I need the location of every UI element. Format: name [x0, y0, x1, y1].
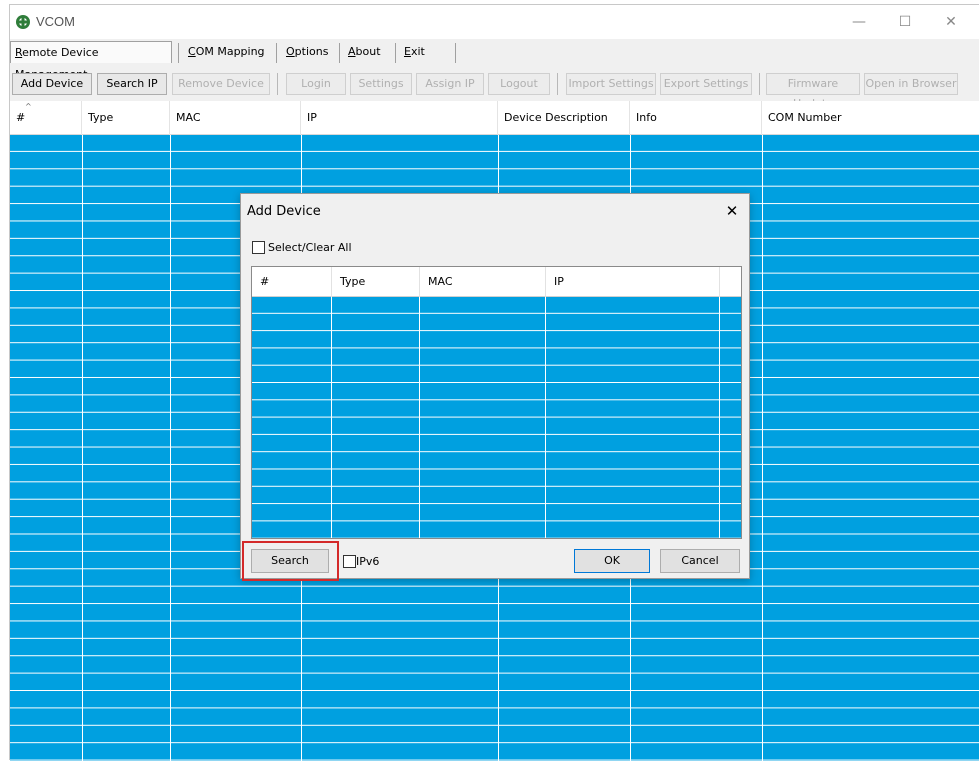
dialog-close-button[interactable]: ✕ — [721, 200, 743, 222]
close-icon: ✕ — [725, 202, 739, 220]
dialog-column-header-mac[interactable]: MAC — [420, 267, 546, 297]
import-settings-button[interactable]: Import Settings — [566, 73, 656, 95]
column-header-ip[interactable]: IP — [301, 101, 498, 135]
menu-accelerator: O — [286, 45, 295, 58]
minimize-icon: — — [852, 14, 866, 30]
menu-label: OM Mapping — [195, 45, 265, 58]
assign-ip-button[interactable]: Assign IP — [416, 73, 484, 95]
export-settings-button[interactable]: Export Settings — [660, 73, 752, 95]
dialog-column-header-ip[interactable]: IP — [546, 267, 720, 297]
grid-header: ^ # Type MAC IP Device Description Info … — [10, 101, 979, 135]
ipv6-label: IPv6 — [356, 555, 380, 568]
logout-button[interactable]: Logout — [488, 73, 550, 95]
dialog-grid-header: # Type MAC IP — [252, 267, 741, 297]
menu-accelerator: E — [404, 45, 411, 58]
toolbar: Add Device Search IP Remove Device Login… — [10, 69, 979, 110]
search-button-highlight — [242, 541, 339, 581]
column-header-com-number[interactable]: COM Number — [762, 101, 979, 135]
close-icon: ✕ — [945, 14, 957, 30]
open-in-browser-button[interactable]: Open in Browser — [864, 73, 958, 95]
settings-button[interactable]: Settings — [350, 73, 412, 95]
menu-label: bout — [355, 45, 381, 58]
remove-device-button[interactable]: Remove Device — [172, 73, 270, 95]
select-clear-all-label: Select/Clear All — [268, 241, 352, 254]
menu-accelerator: A — [348, 45, 356, 58]
dialog-column-header-type[interactable]: Type — [332, 267, 420, 297]
window-title: VCOM — [36, 14, 75, 29]
column-header-type[interactable]: Type — [82, 101, 170, 135]
dialog-grid-column-divider — [331, 297, 332, 538]
close-button[interactable]: ✕ — [928, 9, 974, 35]
menu-com-mapping[interactable]: COM Mapping — [184, 41, 270, 63]
column-label: # — [16, 111, 26, 124]
dialog-grid-column-divider — [545, 297, 546, 538]
menu-exit[interactable]: Exit — [400, 41, 434, 63]
grid-column-divider — [82, 135, 83, 761]
menu-separator — [395, 43, 396, 63]
minimize-button[interactable]: — — [836, 9, 882, 35]
menu-accelerator: C — [188, 45, 196, 58]
menu-label: xit — [410, 45, 425, 58]
toolbar-separator — [277, 73, 278, 95]
menu-separator — [455, 43, 456, 63]
dialog-column-header-extra — [720, 267, 741, 297]
dialog-grid-column-divider — [419, 297, 420, 538]
menu-remote-device-management[interactable]: Remote Device Management — [10, 41, 172, 81]
menu-bar: Remote Device Management COM Mapping Opt… — [10, 41, 979, 81]
login-button[interactable]: Login — [286, 73, 346, 95]
title-bar: VCOM — ☐ ✕ — [10, 5, 979, 39]
grid-column-divider — [170, 135, 171, 761]
dialog-grid-column-divider — [719, 297, 720, 538]
maximize-button[interactable]: ☐ — [882, 9, 928, 35]
add-device-dialog: Add Device ✕ Select/Clear All # Type MAC… — [240, 193, 750, 581]
ok-button[interactable]: OK — [574, 549, 650, 573]
menu-about[interactable]: About — [344, 41, 390, 63]
maximize-icon: ☐ — [898, 14, 912, 30]
menu-separator — [339, 43, 340, 63]
grid-column-divider — [762, 135, 763, 761]
dialog-title: Add Device — [247, 204, 321, 219]
column-header-number[interactable]: ^ # — [10, 101, 82, 135]
column-header-device-description[interactable]: Device Description — [498, 101, 630, 135]
vcom-app-icon — [16, 15, 30, 29]
dialog-column-header-number[interactable]: # — [252, 267, 332, 297]
cancel-button[interactable]: Cancel — [660, 549, 740, 573]
toolbar-separator — [759, 73, 760, 95]
dialog-device-grid[interactable]: # Type MAC IP — [251, 266, 742, 539]
column-header-info[interactable]: Info — [630, 101, 762, 135]
sort-ascending-icon: ^ — [25, 102, 32, 111]
column-header-mac[interactable]: MAC — [170, 101, 301, 135]
menu-options[interactable]: Options — [282, 41, 334, 63]
search-ip-button[interactable]: Search IP — [97, 73, 167, 95]
menu-separator — [276, 43, 277, 63]
ipv6-checkbox[interactable] — [343, 555, 356, 568]
menu-label: ptions — [294, 45, 329, 58]
firmware-update-button[interactable]: Firmware Update — [766, 73, 860, 110]
dialog-grid-rows[interactable] — [252, 297, 741, 538]
add-device-button[interactable]: Add Device — [12, 73, 92, 95]
toolbar-separator — [557, 73, 558, 95]
menu-separator — [178, 43, 179, 63]
select-clear-all-checkbox[interactable] — [252, 241, 265, 254]
